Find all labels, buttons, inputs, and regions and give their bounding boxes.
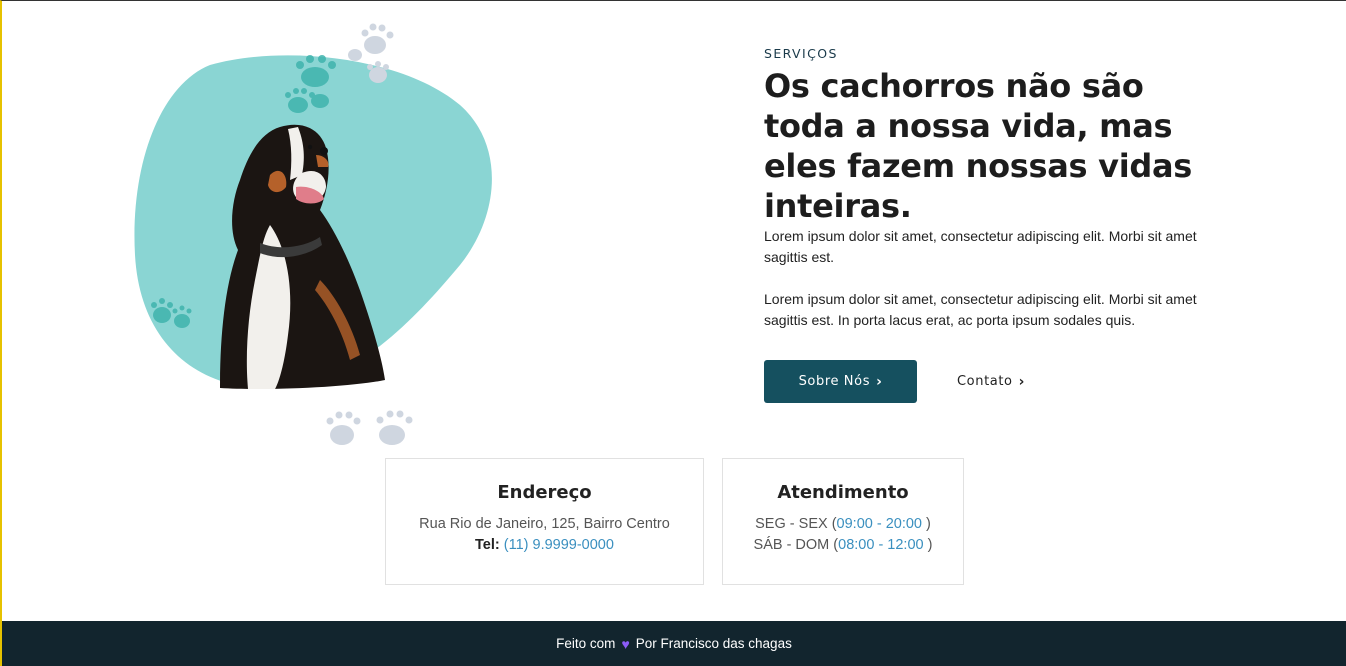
services-paragraph-2: Lorem ipsum dolor sit amet, consectetur … xyxy=(764,291,1197,328)
chevron-right-icon: › xyxy=(1018,373,1025,390)
hours-weekend-row: SÁB - DOM (08:00 - 12:00 ) xyxy=(723,535,963,556)
address-street: Rua Rio de Janeiro, 125, Bairro Centro xyxy=(419,516,670,532)
weekend-close: ) xyxy=(923,537,933,553)
hours-weekday-row: SEG - SEX (09:00 - 20:00 ) xyxy=(723,514,963,535)
weekday-label: SEG - SEX ( xyxy=(755,516,837,532)
heart-icon: ♥ xyxy=(621,635,630,652)
sobre-nos-button[interactable]: Sobre Nós › xyxy=(764,360,917,403)
chevron-right-icon: › xyxy=(876,373,883,390)
footer-credit: Por Francisco das chagas xyxy=(635,636,792,651)
section-title: Os cachorros não são toda a nossa vida, … xyxy=(764,67,1193,225)
weekend-label: SÁB - DOM ( xyxy=(753,537,839,553)
address-title: Endereço xyxy=(497,482,592,503)
phone-link[interactable]: (11) 9.9999-0000 xyxy=(504,537,614,553)
footer-prefix: Feito com xyxy=(556,636,616,651)
weekend-hours: 08:00 - 12:00 xyxy=(838,537,924,553)
section-eyebrow: SERVIÇOS xyxy=(764,46,838,61)
hours-card: Atendimento SEG - SEX (09:00 - 20:00 ) S… xyxy=(722,458,964,585)
weekday-close: ) xyxy=(922,516,931,532)
address-card: Endereço Rua Rio de Janeiro, 125, Bairro… xyxy=(385,458,704,585)
footer: Feito com ♥ Por Francisco das chagas xyxy=(2,621,1346,666)
hero-illustration xyxy=(120,15,520,445)
services-section: SERVIÇOS Os cachorros não são toda a nos… xyxy=(764,46,1224,331)
cta-buttons: Sobre Nós › Contato › xyxy=(764,360,1025,403)
services-paragraph-1: Lorem ipsum dolor sit amet, consectetur … xyxy=(764,228,1197,265)
contato-label: Contato xyxy=(957,374,1013,389)
sobre-nos-label: Sobre Nós xyxy=(798,374,871,389)
address-phone-row: Tel: (11) 9.9999-0000 xyxy=(386,535,703,556)
hours-title: Atendimento xyxy=(777,482,909,503)
weekday-hours: 09:00 - 20:00 xyxy=(836,516,922,532)
phone-label: Tel: xyxy=(475,537,500,553)
dog-on-blob-image xyxy=(134,23,492,445)
contato-link[interactable]: Contato › xyxy=(957,374,1025,390)
